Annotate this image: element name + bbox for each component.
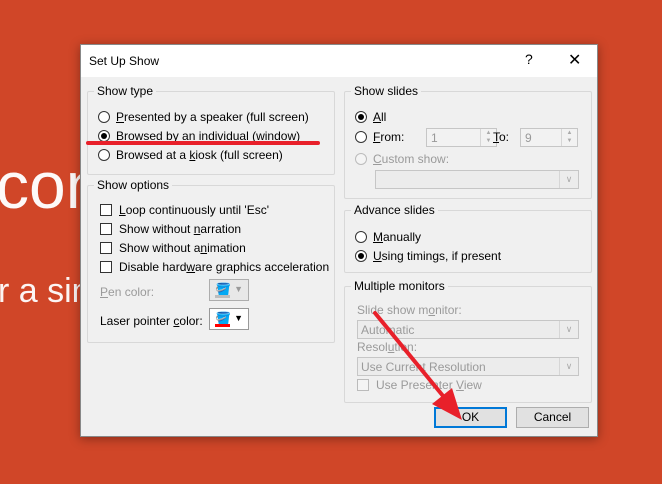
annotation-arrow	[373, 311, 462, 420]
